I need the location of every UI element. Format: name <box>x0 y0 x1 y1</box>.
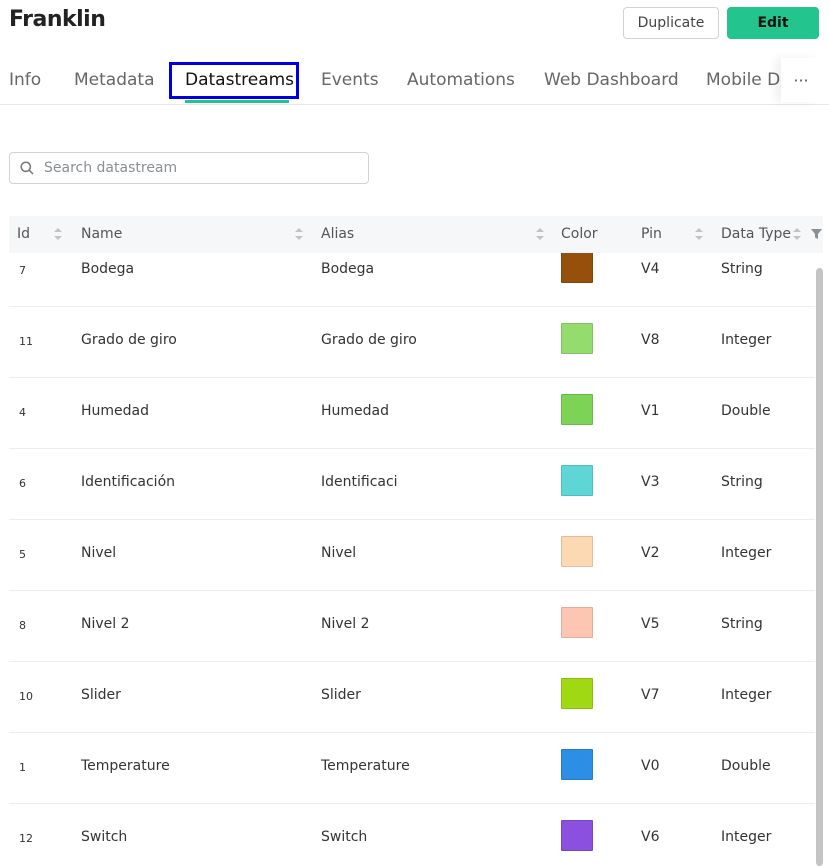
edit-button[interactable]: Edit <box>727 7 819 39</box>
more-icon: ··· <box>793 70 809 90</box>
cell-name: Switch <box>81 829 128 845</box>
table-row[interactable]: 4 Humedad Humedad V1 Double <box>9 377 815 449</box>
cell-id: 12 <box>19 832 33 845</box>
cell-name: Nivel <box>81 545 117 561</box>
sort-icon[interactable] <box>793 228 801 240</box>
search-icon <box>20 161 34 175</box>
column-header-id[interactable]: Id <box>17 226 30 242</box>
color-swatch <box>561 394 593 425</box>
sort-icon[interactable] <box>536 228 544 240</box>
table-row[interactable]: 5 Nivel Nivel V2 Integer <box>9 519 815 591</box>
more-tabs-button[interactable]: ··· <box>781 58 821 102</box>
cell-alias: Grado de giro <box>321 332 417 348</box>
column-header-pin[interactable]: Pin <box>641 226 662 242</box>
tab-automations[interactable]: Automations <box>407 70 515 90</box>
table-row[interactable]: 10 Slider Slider V7 Integer <box>9 661 815 733</box>
sort-icon[interactable] <box>695 228 703 240</box>
tab-metadata[interactable]: Metadata <box>74 70 155 90</box>
cell-id: 11 <box>19 335 33 348</box>
tab-info[interactable]: Info <box>9 70 41 90</box>
column-header-name[interactable]: Name <box>81 226 122 242</box>
cell-name: Humedad <box>81 403 150 419</box>
color-swatch <box>561 253 593 283</box>
scrollbar[interactable] <box>816 268 823 866</box>
cell-id: 5 <box>19 548 26 561</box>
cell-alias: Switch <box>321 829 368 845</box>
cell-name: Bodega <box>81 261 135 277</box>
color-swatch <box>561 465 593 496</box>
color-swatch <box>561 323 593 354</box>
cell-alias: Nivel <box>321 545 357 561</box>
duplicate-button[interactable]: Duplicate <box>623 7 719 39</box>
cell-data-type: Integer <box>721 545 772 561</box>
cell-pin: V2 <box>641 545 660 561</box>
column-header-color: Color <box>561 226 598 242</box>
cell-id: 7 <box>19 264 26 277</box>
cell-alias: Temperature <box>321 758 410 774</box>
cell-alias: Nivel 2 <box>321 616 370 632</box>
cell-data-type: String <box>721 261 763 277</box>
cell-data-type: Integer <box>721 332 772 348</box>
cell-pin: V7 <box>641 687 660 703</box>
cell-id: 1 <box>19 761 26 774</box>
color-swatch <box>561 820 593 851</box>
tab-datastreams[interactable]: Datastreams <box>185 70 294 90</box>
tab-bar: Info Metadata Datastreams Events Automat… <box>0 58 781 104</box>
tab-web-dashboard[interactable]: Web Dashboard <box>544 70 679 90</box>
search-box[interactable] <box>9 152 369 184</box>
cell-alias: Bodega <box>321 261 375 277</box>
cell-alias: Slider <box>321 687 361 703</box>
cell-id: 4 <box>19 406 26 419</box>
cell-name: Identificación <box>81 474 176 490</box>
table-row[interactable]: 11 Grado de giro Grado de giro V8 Integer <box>9 306 815 378</box>
cell-name: Temperature <box>81 758 170 774</box>
sort-icon[interactable] <box>54 228 62 240</box>
tab-events[interactable]: Events <box>321 70 379 90</box>
cell-pin: V6 <box>641 829 660 845</box>
table-row[interactable]: 8 Nivel 2 Nivel 2 V5 String <box>9 590 815 662</box>
cell-id: 8 <box>19 619 26 632</box>
cell-data-type: Integer <box>721 829 772 845</box>
cell-pin: V1 <box>641 403 660 419</box>
cell-pin: V3 <box>641 474 660 490</box>
column-header-data-type[interactable]: Data Type <box>721 226 791 242</box>
sort-icon[interactable] <box>295 228 303 240</box>
cell-id: 10 <box>19 690 33 703</box>
tab-mobile-dashboard[interactable]: Mobile D <box>706 70 780 90</box>
active-tab-indicator <box>185 100 289 103</box>
cell-pin: V5 <box>641 616 660 632</box>
table-row[interactable]: 6 Identificación Identificaci V3 String <box>9 448 815 520</box>
table-header: Id Name Alias Color Pin Data Type <box>9 216 823 253</box>
search-input[interactable] <box>42 159 346 177</box>
cell-pin: V0 <box>641 758 660 774</box>
datastream-table: 7 Bodega Bodega V4 String 11 Grado de giro Grad… <box>9 253 815 866</box>
cell-alias: Humedad <box>321 403 390 419</box>
table-row[interactable]: 7 Bodega Bodega V4 String <box>9 253 815 307</box>
cell-data-type: Double <box>721 758 771 774</box>
column-header-alias[interactable]: Alias <box>321 226 354 242</box>
color-swatch <box>561 678 593 709</box>
table-row[interactable]: 12 Switch Switch V6 Integer <box>9 803 815 866</box>
page-title: Franklin <box>9 7 106 32</box>
cell-name: Grado de giro <box>81 332 177 348</box>
cell-data-type: Double <box>721 403 771 419</box>
cell-alias: Identificaci <box>321 474 398 490</box>
cell-pin: V8 <box>641 332 660 348</box>
cell-data-type: Integer <box>721 687 772 703</box>
cell-name: Nivel 2 <box>81 616 130 632</box>
color-swatch <box>561 536 593 567</box>
cell-data-type: String <box>721 474 763 490</box>
filter-icon[interactable] <box>811 229 822 239</box>
cell-pin: V4 <box>641 261 660 277</box>
color-swatch <box>561 607 593 638</box>
color-swatch <box>561 749 593 780</box>
cell-name: Slider <box>81 687 121 703</box>
cell-data-type: String <box>721 616 763 632</box>
table-row[interactable]: 1 Temperature Temperature V0 Double <box>9 732 815 804</box>
cell-id: 6 <box>19 477 26 490</box>
